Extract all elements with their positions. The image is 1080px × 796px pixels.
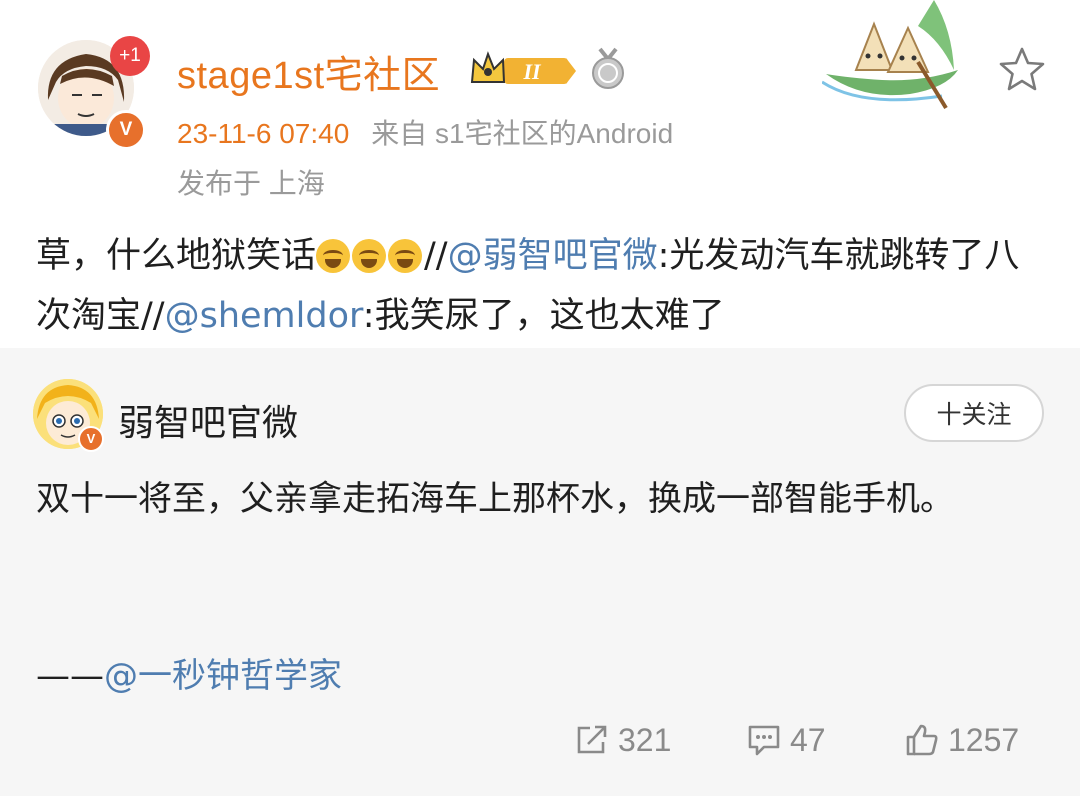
svg-text:II: II	[522, 59, 542, 84]
crown-level-badge-icon[interactable]: II	[470, 50, 578, 90]
share-icon	[577, 725, 607, 754]
medal-icon[interactable]	[590, 47, 626, 91]
post-source[interactable]: 来自 s1宅社区的Android	[371, 118, 673, 149]
notification-badge: +1	[110, 36, 150, 76]
mention-link[interactable]: @一秒钟哲学家	[104, 656, 342, 696]
like-button[interactable]: 1257	[904, 716, 1019, 764]
post-location: 发布于 上海	[177, 168, 325, 199]
post-meta: 23-11-6 07:40 来自 s1宅社区的Android	[177, 112, 673, 152]
zongzi-boat-decoration-icon	[822, 0, 958, 110]
signature-dash: ——	[36, 656, 104, 696]
comment-icon	[748, 725, 780, 756]
laugh-cry-emoji-icon	[316, 239, 351, 273]
mention-link[interactable]: @shemldor	[165, 296, 363, 336]
comment-button[interactable]: 47	[746, 716, 826, 764]
author-name[interactable]: stage1st宅社区	[177, 44, 440, 99]
author-avatar-wrap[interactable]: +1 V	[38, 36, 150, 150]
mention-link[interactable]: @弱智吧官微	[448, 236, 658, 276]
laugh-cry-emoji-icon	[352, 239, 387, 273]
share-count: 321	[618, 721, 672, 758]
like-icon	[906, 724, 938, 756]
post-header: +1 V stage1st宅社区 II 23-11-6 07:40 来自 s1宅社…	[0, 0, 1080, 205]
comment-count: 47	[790, 721, 826, 758]
post-text-part3: :我笑尿了，这也太难了	[362, 296, 725, 336]
repost-text: 双十一将至，父亲拿走拓海车上那杯水，换成一部智能手机。	[36, 479, 954, 519]
post-time: 23-11-6 07:40	[177, 118, 350, 149]
verified-badge: V	[78, 426, 104, 452]
post-text-part1: 草，什么地狱笑话	[36, 236, 317, 276]
laugh-cry-emoji-icon	[388, 239, 423, 273]
like-count: 1257	[948, 721, 1020, 758]
post-separator: //	[424, 236, 448, 276]
repost-author-name[interactable]: 弱智吧官微	[118, 394, 298, 446]
post-separator: //	[141, 296, 165, 336]
verified-badge: V	[106, 110, 146, 150]
follow-button[interactable]: 十关注	[904, 384, 1044, 442]
post-content: 草，什么地狱笑话//@弱智吧官微:光发动汽车就跳转了八次淘宝//@shemldo…	[36, 226, 1046, 346]
share-button[interactable]: 321	[574, 716, 671, 764]
action-bar: 321 47 1257	[0, 716, 1080, 766]
star-favorite-icon[interactable]	[998, 46, 1046, 92]
repost-signature: ——@一秒钟哲学家	[36, 648, 342, 697]
